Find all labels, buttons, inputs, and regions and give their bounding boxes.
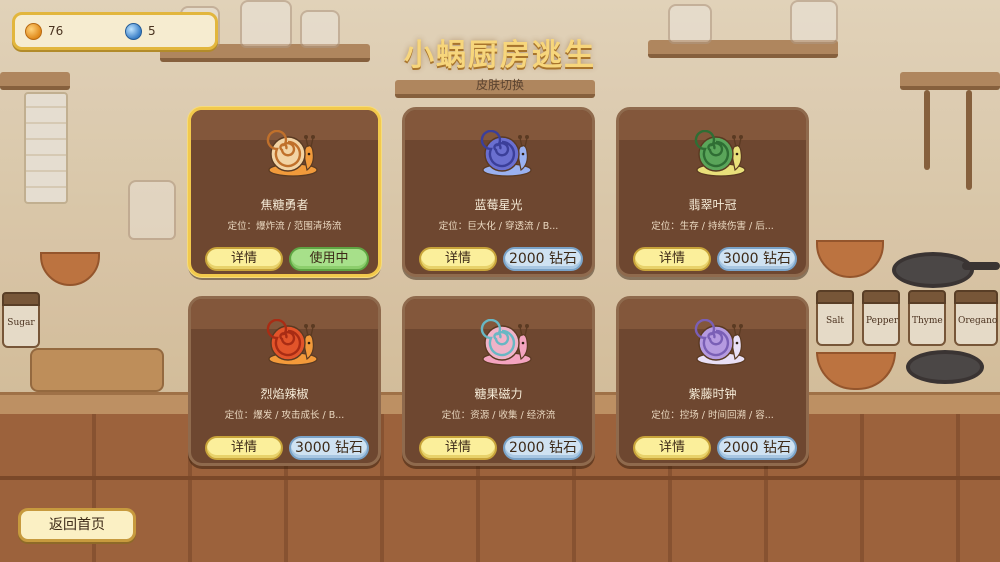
back-home-button[interactable]: 返回首页 (18, 508, 136, 542)
skin-card[interactable]: 焦糖勇者 定位：爆炸流 / 范围清场流 详情 使用中 (188, 107, 381, 277)
skin-action-button[interactable]: 3000 钻石 (289, 436, 369, 460)
skin-role: 定位：控场 / 时间回溯 / 容... (651, 410, 774, 421)
snail-icon (694, 319, 746, 366)
snail-icon (694, 130, 746, 177)
skin-name: 焦糖勇者 (260, 198, 309, 212)
skin-role: 定位：爆炸流 / 范围清场流 (227, 221, 342, 232)
skin-card[interactable]: 糖果磁力 定位：资源 / 收集 / 经济流 详情 2000 钻石 (402, 296, 595, 466)
skin-action-button[interactable]: 使用中 (289, 247, 369, 271)
skin-role: 定位：资源 / 收集 / 经济流 (441, 410, 556, 421)
detail-button[interactable]: 详情 (633, 247, 711, 271)
skin-action-button[interactable]: 2000 钻石 (717, 436, 797, 460)
detail-button[interactable]: 详情 (633, 436, 711, 460)
skin-action-button[interactable]: 2000 钻石 (503, 436, 583, 460)
skin-name: 烈焰辣椒 (260, 387, 309, 401)
detail-button[interactable]: 详情 (419, 247, 497, 271)
detail-button[interactable]: 详情 (205, 436, 283, 460)
skin-role: 定位：生存 / 持续伤害 / 后... (651, 221, 774, 232)
skin-role: 定位：爆发 / 攻击成长 / B... (224, 410, 345, 421)
skin-card[interactable]: 翡翠叶冠 定位：生存 / 持续伤害 / 后... 详情 3000 钻石 (616, 107, 809, 277)
detail-button[interactable]: 详情 (419, 436, 497, 460)
skin-name: 紫藤时钟 (688, 387, 737, 401)
skin-card[interactable]: 紫藤时钟 定位：控场 / 时间回溯 / 容... 详情 2000 钻石 (616, 296, 809, 466)
game-title: 小蜗厨房逃生 (404, 38, 596, 73)
skin-role: 定位：巨大化 / 穿透流 / B... (438, 221, 559, 232)
skin-card[interactable]: 烈焰辣椒 定位：爆发 / 攻击成长 / B... 详情 3000 钻石 (188, 296, 381, 466)
snail-icon (266, 319, 318, 366)
page-subtitle: 皮肤切换 (475, 78, 524, 92)
skin-name: 糖果磁力 (474, 387, 523, 401)
skin-card[interactable]: 蓝莓星光 定位：巨大化 / 穿透流 / B... 详情 2000 钻石 (402, 107, 595, 277)
skin-action-button[interactable]: 2000 钻石 (503, 247, 583, 271)
skin-name: 蓝莓星光 (474, 198, 523, 212)
snail-icon (266, 130, 318, 177)
skin-action-button[interactable]: 3000 钻石 (717, 247, 797, 271)
snail-icon (480, 130, 532, 177)
detail-button[interactable]: 详情 (205, 247, 283, 271)
skin-name: 翡翠叶冠 (688, 198, 737, 212)
snail-icon (480, 319, 532, 366)
